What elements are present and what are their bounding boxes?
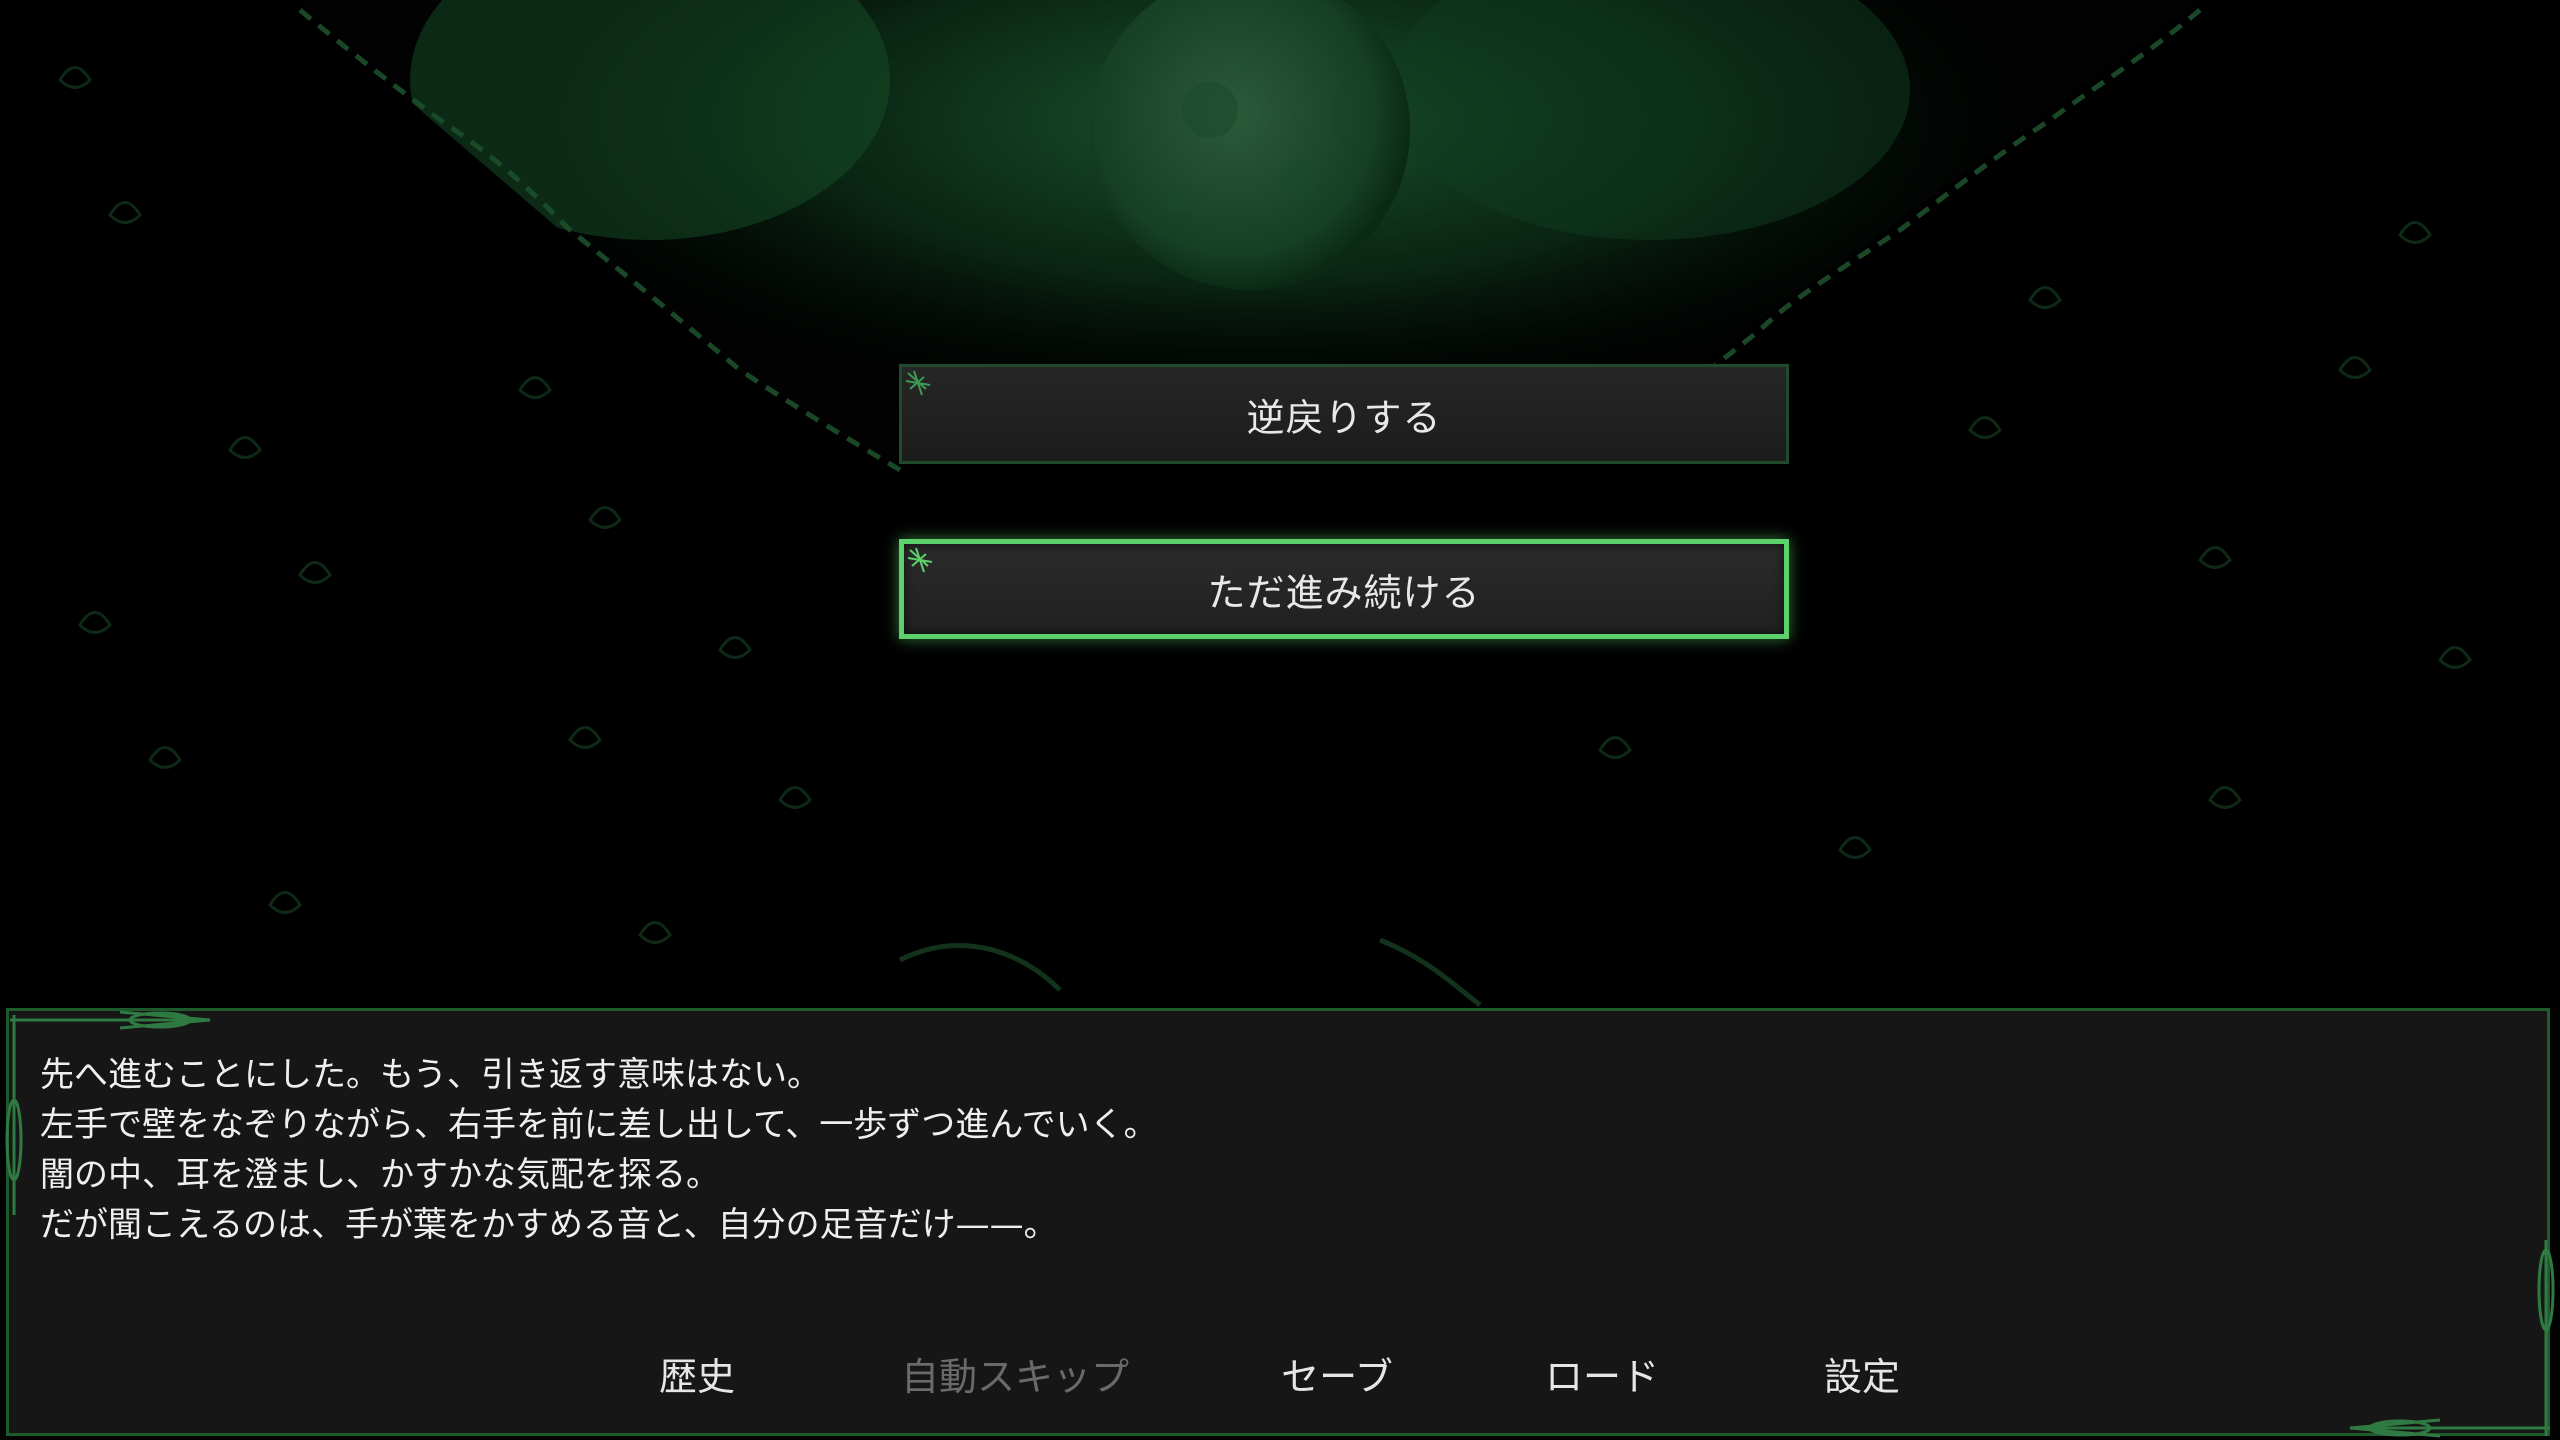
quick-menu: 歴史 自動スキップ セーブ ロード 設定 xyxy=(0,1346,2560,1406)
choice-keep-going-label: ただ進み続ける xyxy=(1207,570,1481,615)
leaf-corner-icon xyxy=(907,547,933,573)
dialogue-text: 先へ進むことにした。もう、引き返す意味はない。 左手で壁をなぞりながら、右手を前… xyxy=(40,1050,2440,1250)
leaf-corner-icon xyxy=(905,370,931,396)
choice-go-back-button[interactable]: 逆戻りする xyxy=(899,364,1789,464)
choice-go-back-label: 逆戻りする xyxy=(1246,395,1442,440)
history-button[interactable]: 歴史 xyxy=(659,1346,735,1401)
game-screen: 逆戻りする ただ進み続ける 先へ進むことにした。もう、引き返す意味はない。 左手… xyxy=(0,0,2560,1440)
dialogue-line: 左手で壁をなぞりながら、右手を前に差し出して、一歩ずつ進んでいく。 xyxy=(40,1105,1158,1145)
save-button[interactable]: セーブ xyxy=(1281,1346,1393,1401)
auto-skip-button[interactable]: 自動スキップ xyxy=(901,1346,1129,1401)
choice-keep-going-button[interactable]: ただ進み続ける xyxy=(899,539,1789,639)
dialogue-line: 闇の中、耳を澄まし、かすかな気配を探る。 xyxy=(40,1155,720,1195)
dialogue-line: 先へ進むことにした。もう、引き返す意味はない。 xyxy=(40,1055,821,1095)
dialogue-line: だが聞こえるのは、手が葉をかすめる音と、自分の足音だけ——。 xyxy=(40,1205,1058,1245)
settings-button[interactable]: 設定 xyxy=(1824,1346,1900,1401)
load-button[interactable]: ロード xyxy=(1545,1346,1659,1401)
